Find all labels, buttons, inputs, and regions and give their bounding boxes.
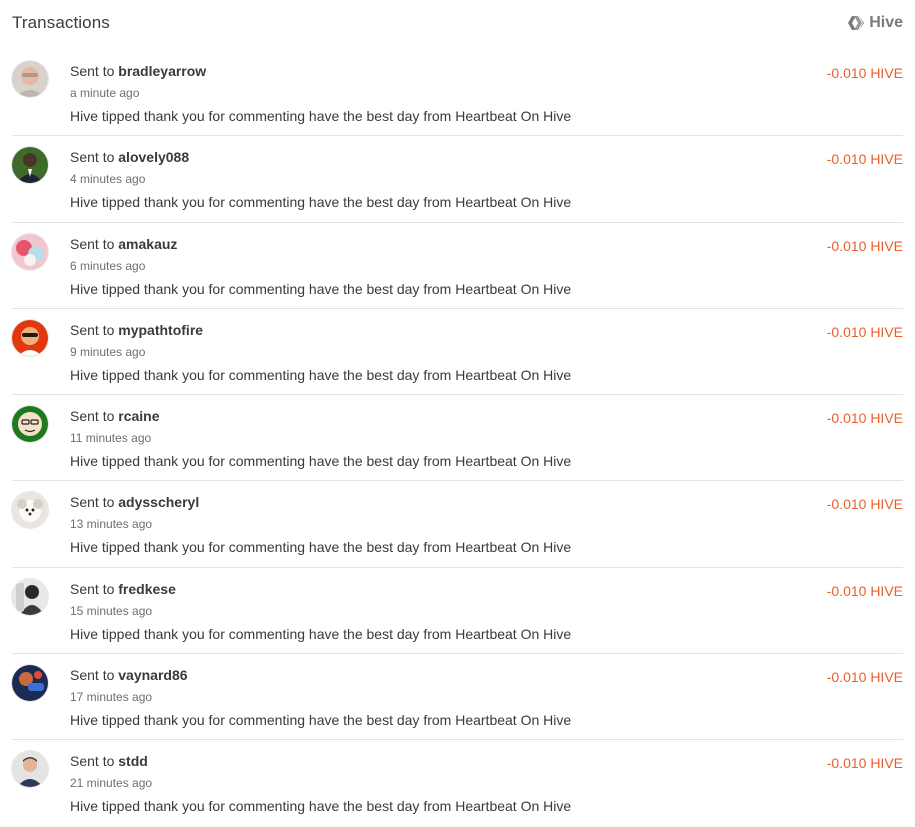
transactions-list: Sent to bradleyarrow a minute ago Hive t… <box>12 50 903 827</box>
transfer-prefix: Sent to <box>70 408 115 425</box>
memo-text: Hive tipped thank you for commenting hav… <box>70 366 572 383</box>
memo-text: Hive tipped thank you for commenting hav… <box>70 453 572 470</box>
avatar-bradleyarrow[interactable] <box>12 61 48 97</box>
timestamp: 13 minutes ago <box>70 517 153 532</box>
hive-brand[interactable]: Hive <box>847 14 903 32</box>
transaction-row: Sent to mypathtofire 9 minutes ago Hive … <box>12 309 903 396</box>
recipient-link[interactable]: rcaine <box>118 408 159 424</box>
transfer-prefix: Sent to <box>70 667 115 684</box>
avatar-mypathtofire[interactable] <box>12 319 48 356</box>
recipient-link[interactable]: alovely088 <box>118 149 189 165</box>
timestamp: 17 minutes ago <box>70 690 153 705</box>
avatar-fredkese[interactable] <box>12 578 48 615</box>
timestamp: 4 minutes ago <box>70 172 146 187</box>
amount: -0.010 HIVE <box>826 237 903 254</box>
transfer-prefix: Sent to <box>70 63 115 79</box>
avatar-amakauz[interactable] <box>12 233 48 270</box>
transfer-prefix: Sent to <box>70 494 115 511</box>
avatar-vaynard86[interactable] <box>12 665 48 702</box>
recipient-link[interactable]: bradleyarrow <box>118 63 206 79</box>
recipient-link[interactable]: amakauz <box>118 236 177 252</box>
timestamp: 6 minutes ago <box>70 258 146 273</box>
recipient-link[interactable]: stdd <box>118 753 148 769</box>
recipient-link[interactable]: fredkese <box>118 581 176 597</box>
timestamp: a minute ago <box>70 86 140 100</box>
hive-logo-icon <box>847 15 865 31</box>
memo-text: Hive tipped thank you for commenting hav… <box>70 280 572 297</box>
hive-brand-label: Hive <box>869 14 903 31</box>
recipient-link[interactable]: mypathtofire <box>118 322 203 338</box>
amount: -0.010 HIVE <box>826 582 903 599</box>
memo-text: Hive tipped thank you for commenting hav… <box>70 625 572 642</box>
memo-text: Hive tipped thank you for commenting hav… <box>70 194 572 211</box>
amount: -0.010 HIVE <box>826 755 903 772</box>
timestamp: 15 minutes ago <box>70 603 153 618</box>
avatar-alovely088[interactable] <box>12 147 48 184</box>
memo-text: Hive tipped thank you for commenting hav… <box>70 108 572 124</box>
transaction-row: Sent to adysscheryl 13 minutes ago Hive … <box>12 481 903 568</box>
amount: -0.010 HIVE <box>826 496 903 513</box>
transactions-header: Transactions Hive <box>12 13 903 39</box>
transfer-prefix: Sent to <box>70 753 115 770</box>
transaction-row: Sent to vaynard86 17 minutes ago Hive ti… <box>12 654 903 741</box>
amount: -0.010 HIVE <box>826 151 903 168</box>
transfer-prefix: Sent to <box>70 149 115 166</box>
transaction-row: Sent to stdd 21 minutes ago Hive tipped … <box>12 740 903 826</box>
avatar-stdd[interactable] <box>12 751 48 788</box>
timestamp: 11 minutes ago <box>70 431 152 446</box>
timestamp: 9 minutes ago <box>70 344 146 359</box>
transaction-row: Sent to bradleyarrow a minute ago Hive t… <box>12 50 903 137</box>
transaction-row: Sent to amakauz 6 minutes ago Hive tippe… <box>12 223 903 309</box>
transaction-row: Sent to alovely088 4 minutes ago Hive ti… <box>12 136 903 223</box>
amount: -0.010 HIVE <box>826 323 903 340</box>
amount: -0.010 HIVE <box>826 65 903 81</box>
transaction-row: Sent to rcaine 11 minutes ago Hive tippe… <box>12 395 903 482</box>
transfer-prefix: Sent to <box>70 321 115 338</box>
avatar-adysscheryl[interactable] <box>12 492 48 529</box>
transfer-prefix: Sent to <box>70 580 115 597</box>
transfer-prefix: Sent to <box>70 235 115 252</box>
recipient-link[interactable]: vaynard86 <box>118 667 187 683</box>
recipient-link[interactable]: adysscheryl <box>118 494 199 510</box>
memo-text: Hive tipped thank you for commenting hav… <box>70 539 572 556</box>
memo-text: Hive tipped thank you for commenting hav… <box>70 798 572 815</box>
amount: -0.010 HIVE <box>826 669 903 686</box>
memo-text: Hive tipped thank you for commenting hav… <box>70 712 572 729</box>
transaction-row: Sent to fredkese 15 minutes ago Hive tip… <box>12 568 903 655</box>
avatar-rcaine[interactable] <box>12 406 48 443</box>
timestamp: 21 minutes ago <box>70 776 153 791</box>
page-title: Transactions <box>12 13 110 32</box>
amount: -0.010 HIVE <box>826 410 903 427</box>
